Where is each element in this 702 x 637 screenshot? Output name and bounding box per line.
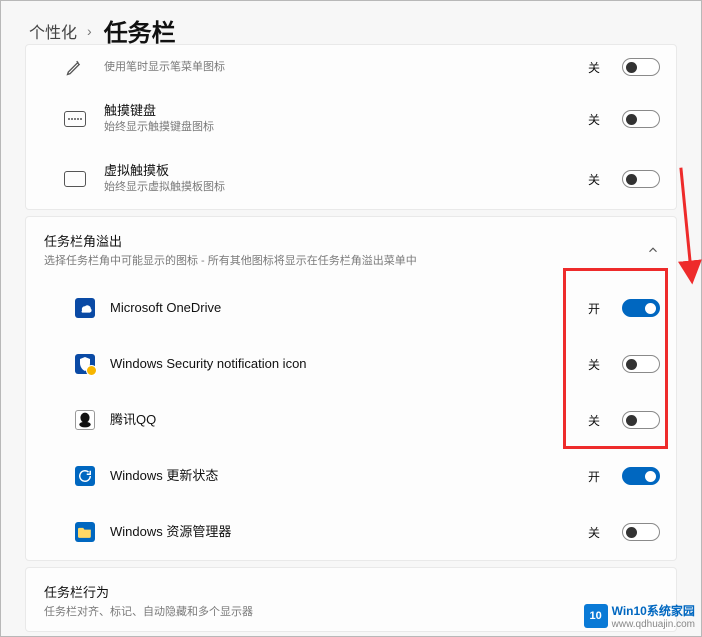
onedrive-icon [75, 298, 95, 318]
keyboard-icon [60, 104, 90, 134]
overflow-header[interactable]: 任务栏角溢出 选择任务栏角中可能显示的图标 - 所有其他图标将显示在任务栏角溢出… [26, 217, 676, 280]
pen-icon [60, 52, 90, 82]
touchpad-icon [60, 164, 90, 194]
row-touch-keyboard-state: 关 [586, 111, 600, 128]
breadcrumb-parent[interactable]: 个性化 [29, 19, 77, 43]
toggle-virtual-touchpad[interactable] [622, 170, 660, 188]
chevron-up-icon [646, 243, 660, 257]
security-icon [75, 354, 95, 374]
corner-icons-card: 使用笔时显示笔菜单图标 关 触摸键盘 始终显示触摸键盘图标 关 虚拟触摸板 始终… [25, 44, 677, 210]
watermark-brand: Win10系统家园 [612, 602, 695, 619]
row-explorer-title: Windows 资源管理器 [110, 524, 572, 541]
row-touch-keyboard-title: 触摸键盘 [104, 103, 572, 120]
row-qq: 腾讯QQ 关 [26, 392, 676, 448]
page-title: 任务栏 [104, 13, 176, 48]
watermark-logo-icon: 10 [584, 604, 608, 628]
row-pen-state: 关 [586, 59, 600, 76]
behaviors-card[interactable]: 任务栏行为 任务栏对齐、标记、自动隐藏和多个显示器 [25, 567, 677, 632]
overflow-items: Microsoft OneDrive 开 Windows Security no… [26, 280, 676, 560]
behaviors-title: 任务栏行为 [44, 582, 660, 601]
row-virtual-touchpad-state: 关 [586, 171, 600, 188]
update-icon [75, 466, 95, 486]
row-security-state: 关 [586, 356, 600, 373]
behaviors-sub: 任务栏对齐、标记、自动隐藏和多个显示器 [44, 603, 660, 619]
row-security: Windows Security notification icon 关 [26, 336, 676, 392]
toggle-qq[interactable] [622, 411, 660, 429]
overflow-card: 任务栏角溢出 选择任务栏角中可能显示的图标 - 所有其他图标将显示在任务栏角溢出… [25, 216, 677, 561]
watermark-url: www.qdhuajin.com [612, 619, 695, 630]
row-onedrive: Microsoft OneDrive 开 [26, 280, 676, 336]
row-qq-title: 腾讯QQ [110, 412, 572, 429]
overflow-sub: 选择任务栏角中可能显示的图标 - 所有其他图标将显示在任务栏角溢出菜单中 [44, 252, 636, 268]
row-virtual-touchpad: 虚拟触摸板 始终显示虚拟触摸板图标 关 [26, 149, 676, 209]
row-update-state: 开 [586, 468, 600, 485]
row-security-title: Windows Security notification icon [110, 356, 572, 373]
qq-icon [75, 410, 95, 430]
toggle-pen[interactable] [622, 58, 660, 76]
chevron-right-icon: › [87, 23, 92, 39]
row-touch-keyboard-sub: 始终显示触摸键盘图标 [104, 120, 572, 134]
row-explorer-state: 关 [586, 524, 600, 541]
row-onedrive-title: Microsoft OneDrive [110, 300, 572, 317]
toggle-touch-keyboard[interactable] [622, 110, 660, 128]
toggle-security[interactable] [622, 355, 660, 373]
explorer-icon [75, 522, 95, 542]
row-touch-keyboard: 触摸键盘 始终显示触摸键盘图标 关 [26, 89, 676, 149]
row-pen-menu: 使用笔时显示笔菜单图标 关 [26, 45, 676, 89]
row-explorer: Windows 资源管理器 关 [26, 504, 676, 560]
row-qq-state: 关 [586, 412, 600, 429]
row-pen-sub: 使用笔时显示笔菜单图标 [104, 60, 572, 74]
row-virtual-touchpad-sub: 始终显示虚拟触摸板图标 [104, 180, 572, 194]
row-onedrive-state: 开 [586, 300, 600, 317]
watermark: 10 Win10系统家园 www.qdhuajin.com [584, 602, 695, 630]
overflow-title: 任务栏角溢出 [44, 231, 636, 250]
toggle-explorer[interactable] [622, 523, 660, 541]
toggle-onedrive[interactable] [622, 299, 660, 317]
row-virtual-touchpad-title: 虚拟触摸板 [104, 163, 572, 180]
row-update-title: Windows 更新状态 [110, 468, 572, 485]
row-update: Windows 更新状态 开 [26, 448, 676, 504]
toggle-update[interactable] [622, 467, 660, 485]
